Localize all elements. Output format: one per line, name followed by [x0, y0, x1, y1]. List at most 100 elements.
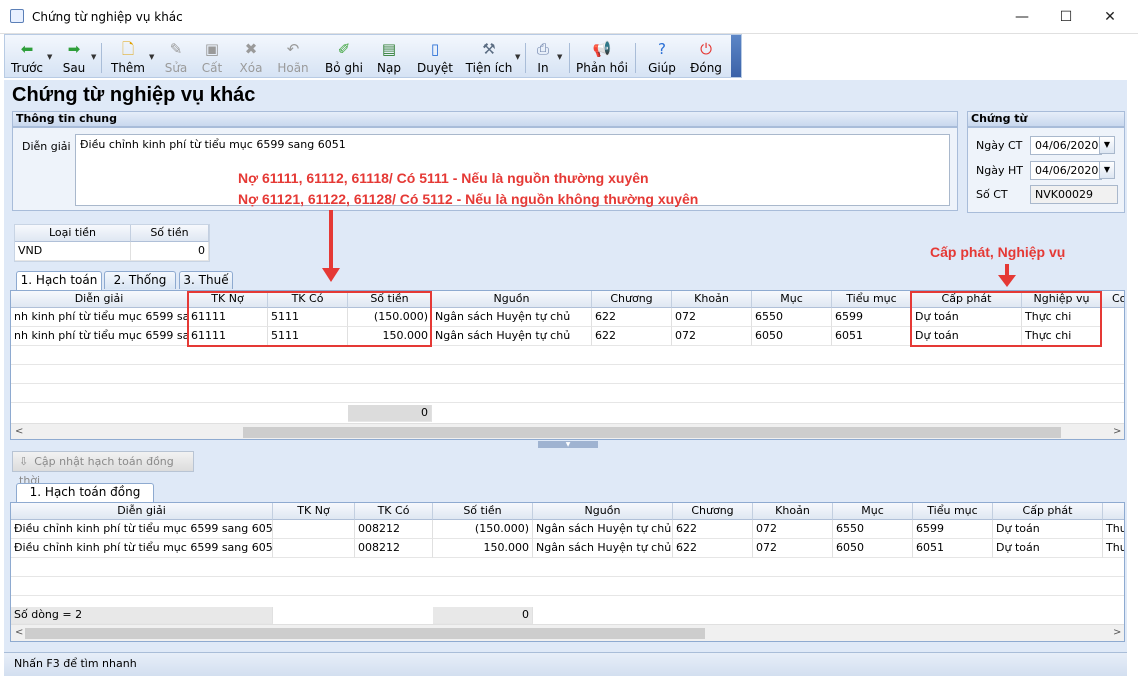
table-cell[interactable]: Điều chỉnh kinh phí từ tiểu mục 6599 san…	[11, 539, 273, 558]
general-info-header: Thông tin chung	[12, 111, 958, 127]
table-cell[interactable]: 072	[753, 539, 833, 558]
table-cell[interactable]: nh kinh phí từ tiểu mục 6599 sang...	[11, 327, 188, 346]
col-debit-account[interactable]: TK Nợ	[273, 503, 355, 520]
table-cell[interactable]: Thu	[1103, 520, 1124, 539]
table-cell[interactable]: 072	[672, 308, 752, 327]
col-description[interactable]: Diễn giải	[11, 291, 188, 308]
table-cell[interactable]: 6051	[832, 327, 912, 346]
table-cell[interactable]: (150.000)	[433, 520, 533, 539]
tab-accounting[interactable]: 1. Hạch toán	[16, 271, 102, 290]
table-cell[interactable]: 6599	[913, 520, 993, 539]
table-cell[interactable]: 008212	[355, 539, 433, 558]
feedback-button[interactable]: 📢 Phản hồi	[575, 35, 629, 79]
col-allocation[interactable]: Cấp phát	[993, 503, 1103, 520]
update-simultaneous-button[interactable]: ⇩ Cập nhật hạch toán đồng thời	[12, 451, 194, 487]
back-button[interactable]: ⬅ Trước	[9, 35, 45, 79]
scroll-right-icon[interactable]: >	[1113, 426, 1121, 437]
col-more[interactable]: Co	[1102, 291, 1124, 308]
horizontal-scrollbar[interactable]: < >	[11, 423, 1124, 439]
table-cell[interactable]: 6050	[752, 327, 832, 346]
down-arrow-icon: ⇩	[19, 455, 29, 468]
table-cell[interactable]: 622	[592, 327, 672, 346]
table-cell[interactable]: 6550	[752, 308, 832, 327]
scroll-left-icon[interactable]: <	[15, 627, 23, 638]
col-more[interactable]	[1103, 503, 1124, 520]
table-cell[interactable]: Thu	[1103, 539, 1124, 558]
voucher-date-dropdown-icon[interactable]: ▼	[1099, 136, 1115, 154]
load-button[interactable]: ▤ Nạp	[373, 35, 405, 79]
add-dropdown-icon[interactable]: ▼	[149, 53, 154, 61]
col-subitem[interactable]: Tiểu mục	[832, 291, 912, 308]
table-cell[interactable]: 622	[673, 539, 753, 558]
currency-type-cell[interactable]: VND	[15, 242, 131, 261]
col-chapter[interactable]: Chương	[592, 291, 672, 308]
currency-amount-cell[interactable]: 0	[131, 242, 209, 261]
table-cell[interactable]: Ngân sách Huyện tự chủ	[533, 520, 673, 539]
toolbar-overflow-button[interactable]	[731, 35, 741, 77]
forward-button[interactable]: ➡ Sau	[59, 35, 89, 79]
voucher-date-field[interactable]: 04/06/2020	[1030, 136, 1102, 155]
table-cell[interactable]: nh kinh phí từ tiểu mục 6599 sang...	[11, 308, 188, 327]
col-source[interactable]: Nguồn	[533, 503, 673, 520]
table-cell[interactable]: Ngân sách Huyện tự chủ	[432, 308, 592, 327]
undo-icon: ↶	[286, 40, 300, 58]
scroll-right-icon[interactable]: >	[1113, 627, 1121, 638]
back-dropdown-icon[interactable]: ▼	[47, 53, 52, 61]
save-button[interactable]: ▣ Cất	[197, 35, 227, 79]
help-button[interactable]: ? Giúp	[645, 35, 679, 79]
tab-tax[interactable]: 3. Thuế	[179, 271, 233, 289]
col-description[interactable]: Diễn giải	[11, 503, 273, 520]
col-subitem[interactable]: Tiểu mục	[913, 503, 993, 520]
scroll-left-icon[interactable]: <	[15, 426, 23, 437]
table-cell[interactable]: 6050	[833, 539, 913, 558]
splitter-handle[interactable]: ▼	[538, 441, 598, 448]
table-cell[interactable]	[273, 539, 355, 558]
col-credit-account[interactable]: TK Có	[355, 503, 433, 520]
posting-date-dropdown-icon[interactable]: ▼	[1099, 161, 1115, 179]
table-cell[interactable]: Ngân sách Huyện tự chủ	[533, 539, 673, 558]
delete-button[interactable]: ✖ Xóa	[235, 35, 267, 79]
table-cell[interactable]: 150.000	[433, 539, 533, 558]
col-source[interactable]: Nguồn	[432, 291, 592, 308]
col-section[interactable]: Khoản	[753, 503, 833, 520]
col-item[interactable]: Mục	[752, 291, 832, 308]
forward-dropdown-icon[interactable]: ▼	[91, 53, 96, 61]
close-window-button[interactable]: ✕	[1098, 6, 1122, 28]
tab-statistics[interactable]: 2. Thống kê	[104, 271, 176, 304]
voucher-number-field[interactable]: NVK00029	[1030, 185, 1118, 204]
add-button[interactable]: 🗋 Thêm	[109, 35, 147, 79]
table-cell[interactable]: 622	[673, 520, 753, 539]
posting-date-field[interactable]: 04/06/2020	[1030, 161, 1102, 180]
table-cell[interactable]: 6051	[913, 539, 993, 558]
print-button[interactable]: ⎙ In	[531, 35, 555, 79]
table-cell[interactable]: Dự toán	[993, 520, 1103, 539]
table-cell[interactable]: 072	[672, 327, 752, 346]
table-cell[interactable]: Điều chỉnh kinh phí từ tiểu mục 6599 san…	[11, 520, 273, 539]
table-cell[interactable]: 6599	[832, 308, 912, 327]
table-cell[interactable]: Dự toán	[993, 539, 1103, 558]
tab-simultaneous-accounting[interactable]: 1. Hạch toán đồng thời	[16, 483, 154, 516]
table-cell[interactable]: Ngân sách Huyện tự chủ	[432, 327, 592, 346]
skip-button[interactable]: ✐ Bỏ ghi	[323, 35, 365, 79]
table-cell[interactable]: 622	[592, 308, 672, 327]
approve-button[interactable]: ▯ Duyệt	[415, 35, 455, 79]
edit-button[interactable]: ✎ Sửa	[161, 35, 191, 79]
maximize-button[interactable]: ☐	[1054, 6, 1078, 28]
scrollbar-thumb[interactable]	[25, 628, 705, 639]
col-amount[interactable]: Số tiền	[433, 503, 533, 520]
table-cell[interactable]: 008212	[355, 520, 433, 539]
undo-button[interactable]: ↶ Hoãn	[275, 35, 311, 79]
col-chapter[interactable]: Chương	[673, 503, 753, 520]
utilities-dropdown-icon[interactable]: ▼	[515, 53, 520, 61]
scrollbar-thumb[interactable]	[243, 427, 1061, 438]
table-cell[interactable]: 072	[753, 520, 833, 539]
utilities-button[interactable]: ⚒ Tiện ích	[465, 35, 513, 79]
minimize-button[interactable]: —	[1010, 6, 1034, 28]
print-dropdown-icon[interactable]: ▼	[557, 53, 562, 61]
table-cell[interactable]: 6550	[833, 520, 913, 539]
horizontal-scrollbar[interactable]: < >	[11, 624, 1124, 641]
close-button[interactable]: ⏻ Đóng	[687, 35, 725, 79]
col-item[interactable]: Mục	[833, 503, 913, 520]
table-cell[interactable]	[273, 520, 355, 539]
col-section[interactable]: Khoản	[672, 291, 752, 308]
